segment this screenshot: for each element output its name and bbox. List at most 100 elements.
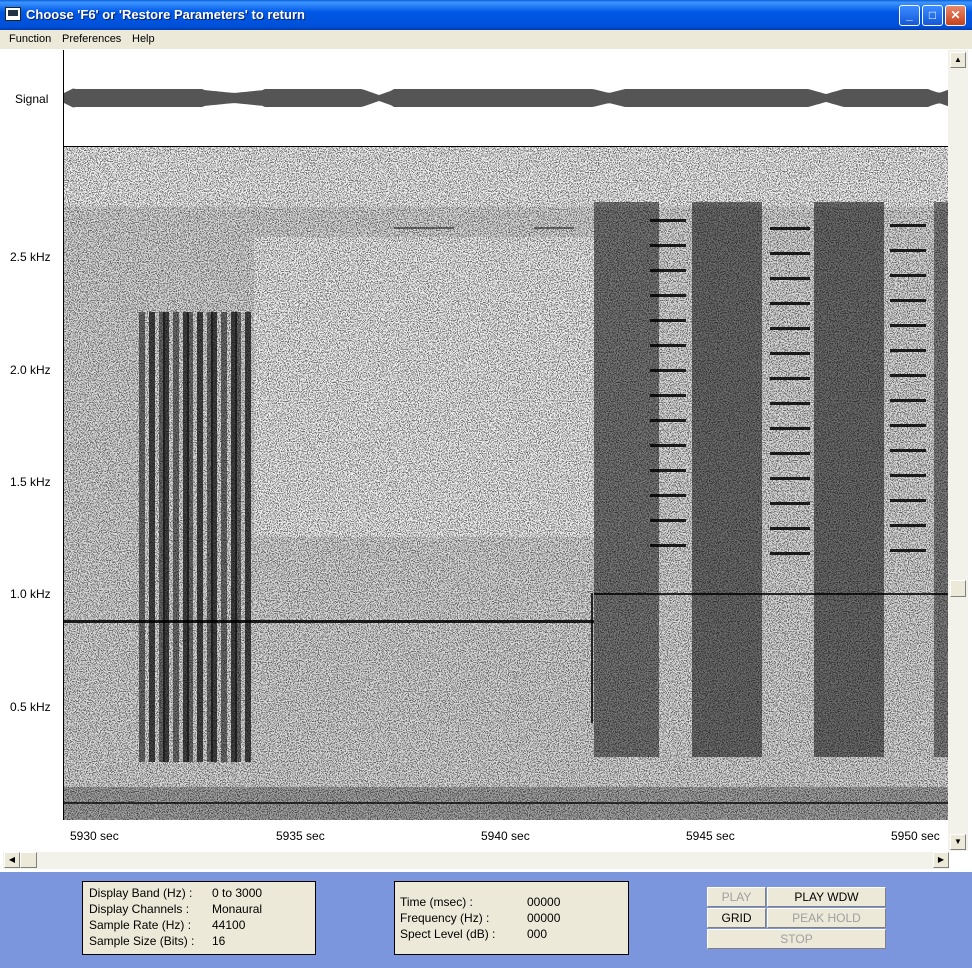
grid-button[interactable]: GRID (707, 908, 766, 928)
signal-label: Signal (15, 92, 49, 106)
scroll-up-button[interactable]: ▲ (950, 52, 966, 68)
tone-rung (650, 344, 686, 347)
tone-rung (890, 549, 926, 552)
tone-rung (650, 519, 686, 522)
faint-tone (534, 227, 574, 229)
tone-rung (890, 449, 926, 452)
close-button[interactable]: ✕ (945, 5, 966, 26)
sustained-tone (64, 620, 594, 623)
spectrogram-svg (64, 147, 949, 820)
app-icon[interactable] (5, 7, 21, 21)
tone-step (591, 593, 593, 723)
tone-rung (650, 469, 686, 472)
noise-overlay (64, 147, 949, 820)
tone-rung (890, 324, 926, 327)
spect-level-label: Spect Level (dB) : (400, 927, 496, 941)
tone-rung (770, 502, 810, 505)
freq-label-0-5: 0.5 kHz (10, 700, 51, 714)
tone-rung (890, 299, 926, 302)
display-band-value: 0 to 3000 (212, 886, 263, 900)
window-title: Choose 'F6' or 'Restore Parameters' to r… (26, 7, 305, 22)
display-band-label: Display Band (Hz) : (89, 886, 193, 900)
sample-size-label: Sample Size (Bits) : (89, 934, 195, 948)
waveform-svg (64, 88, 949, 108)
tone-rung (650, 494, 686, 497)
sustained-tone (594, 593, 949, 595)
peak-hold-button[interactable]: PEAK HOLD (767, 908, 886, 928)
vertical-scrollbar[interactable]: ▲ ▼ (948, 50, 968, 851)
scroll-down-button[interactable]: ▼ (950, 834, 966, 850)
menu-preferences[interactable]: Preferences (62, 33, 121, 45)
play-button[interactable]: PLAY (707, 887, 766, 907)
freq-label-2-5: 2.5 kHz (10, 250, 51, 264)
tone-rung (650, 294, 686, 297)
tone-rung (650, 244, 686, 247)
display-info-panel: Display Band (Hz) : 0 to 3000 Display Ch… (82, 881, 316, 955)
tone-rung (770, 477, 810, 480)
tone-rung (770, 402, 810, 405)
sample-size-value: 16 (212, 934, 226, 948)
app-window: Choose 'F6' or 'Restore Parameters' to r… (0, 0, 972, 968)
sample-rate-value: 44100 (212, 918, 246, 932)
signal-waveform[interactable] (63, 50, 949, 147)
scroll-left-button[interactable]: ◀ (4, 852, 20, 868)
tone-rung (890, 524, 926, 527)
display-channels-value: Monaural (212, 902, 263, 916)
tone-rung (890, 399, 926, 402)
freq-label-1-5: 1.5 kHz (10, 475, 51, 489)
scroll-right-button[interactable]: ▶ (933, 852, 949, 868)
tone-rung (650, 269, 686, 272)
stop-button[interactable]: STOP (707, 929, 886, 949)
low-tone (64, 802, 949, 804)
cursor-readout-panel: Time (msec) : 00000 Frequency (Hz) : 000… (394, 881, 629, 955)
time-label-5945: 5945 sec (686, 829, 735, 843)
tone-rung (770, 527, 810, 530)
spectrogram[interactable] (63, 147, 949, 820)
horizontal-scrollbar[interactable]: ◀ ▶ (3, 852, 949, 869)
display-channels-label: Display Channels : (89, 902, 190, 916)
sample-rate-label: Sample Rate (Hz) : (89, 918, 192, 932)
tone-rung (770, 552, 810, 555)
maximize-button[interactable]: □ (922, 5, 943, 26)
menu-help[interactable]: Help (132, 33, 155, 45)
freq-label-2-0: 2.0 kHz (10, 363, 51, 377)
control-area: Display Band (Hz) : 0 to 3000 Display Ch… (0, 872, 972, 968)
tone-rung (890, 249, 926, 252)
tone-rung (890, 349, 926, 352)
frequency-readout-value: 00000 (527, 911, 561, 925)
tone-rung (890, 224, 926, 227)
tone-rung (890, 474, 926, 477)
tone-rung (770, 252, 810, 255)
vertical-scroll-thumb[interactable] (950, 580, 966, 597)
waveform-envelope (64, 88, 949, 108)
tone-rung (890, 499, 926, 502)
title-bar[interactable]: Choose 'F6' or 'Restore Parameters' to r… (0, 0, 972, 30)
tone-rung (650, 394, 686, 397)
freq-label-1-0: 1.0 kHz (10, 587, 51, 601)
faint-tone (394, 227, 454, 229)
menu-bar: Function Preferences Help (0, 30, 972, 49)
tone-rung (650, 319, 686, 322)
time-label-5930: 5930 sec (70, 829, 119, 843)
horizontal-scroll-thumb[interactable] (20, 852, 37, 868)
tone-rung (650, 444, 686, 447)
tone-rung (650, 369, 686, 372)
tone-rung (770, 277, 810, 280)
menu-function[interactable]: Function (9, 33, 51, 45)
tone-rung (890, 374, 926, 377)
time-readout-label: Time (msec) : (400, 895, 473, 909)
spect-level-value: 000 (527, 927, 548, 941)
time-label-5950: 5950 sec (891, 829, 940, 843)
time-readout-value: 00000 (527, 895, 561, 909)
minimize-button[interactable]: _ (899, 5, 920, 26)
time-label-5940: 5940 sec (481, 829, 530, 843)
play-window-button[interactable]: PLAY WDW (767, 887, 886, 907)
tone-rung (890, 274, 926, 277)
tone-rung (650, 544, 686, 547)
tone-rung (770, 427, 810, 430)
frequency-readout-label: Frequency (Hz) : (400, 911, 490, 925)
tone-rung (650, 219, 686, 222)
tone-rung (770, 227, 810, 230)
tone-rung (770, 452, 810, 455)
tone-rung (770, 377, 810, 380)
